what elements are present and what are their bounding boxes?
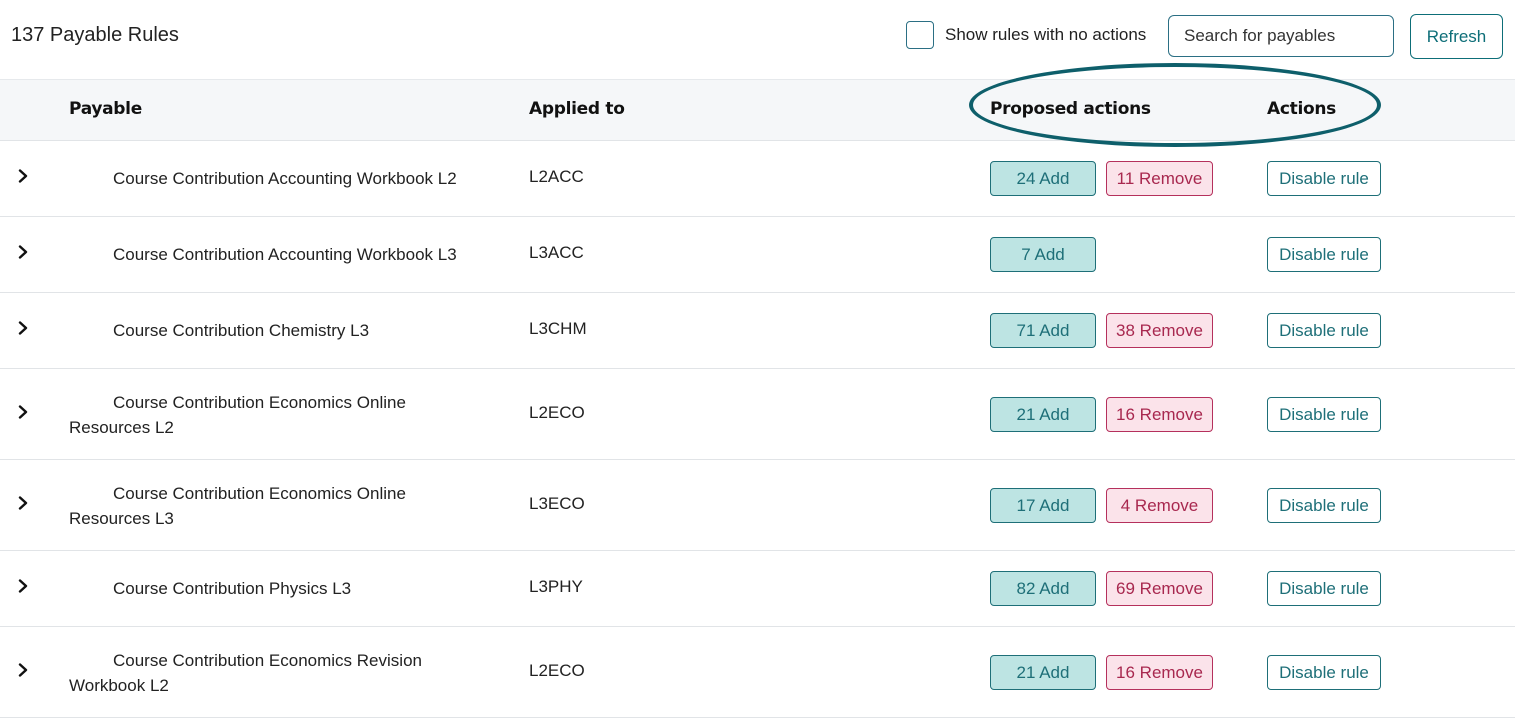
- disable-rule-button[interactable]: Disable rule: [1267, 655, 1381, 690]
- show-no-actions-checkbox[interactable]: [906, 21, 934, 49]
- disable-rule-button[interactable]: Disable rule: [1267, 161, 1381, 196]
- add-action-button[interactable]: 71 Add: [990, 313, 1096, 348]
- expand-row-chevron-icon[interactable]: [16, 579, 30, 593]
- table-row: Course Contribution Chemistry L3 L3CHM 71 …: [0, 293, 1515, 369]
- payable-name: Course Contribution Physics L3: [113, 579, 352, 598]
- disable-rule-button[interactable]: Disable rule: [1267, 397, 1381, 432]
- expand-row-chevron-icon[interactable]: [16, 245, 30, 259]
- remove-action-button[interactable]: 38 Remove: [1106, 313, 1213, 348]
- payable-name: Course Contribution Economics Revision W…: [69, 651, 422, 695]
- page-title: 137 Payable Rules: [11, 24, 179, 46]
- payable-name: Course Contribution Economics Online Res…: [69, 484, 406, 528]
- search-input[interactable]: [1168, 15, 1394, 57]
- remove-action-button[interactable]: 4 Remove: [1106, 488, 1213, 523]
- disable-rule-button[interactable]: Disable rule: [1267, 571, 1381, 606]
- column-header-payable: Payable: [69, 99, 142, 119]
- remove-action-button[interactable]: 69 Remove: [1106, 571, 1213, 606]
- add-action-button[interactable]: 7 Add: [990, 237, 1096, 272]
- add-action-button[interactable]: 21 Add: [990, 655, 1096, 690]
- show-no-actions-label: Show rules with no actions: [945, 25, 1147, 44]
- table-row: Course Contribution Accounting Workbook …: [0, 141, 1515, 217]
- refresh-button[interactable]: Refresh: [1410, 14, 1503, 59]
- toolbar: 137 Payable Rules Show rules with no act…: [0, 0, 1515, 79]
- disable-rule-button[interactable]: Disable rule: [1267, 488, 1381, 523]
- expand-row-chevron-icon[interactable]: [16, 663, 30, 677]
- expand-row-chevron-icon[interactable]: [16, 405, 30, 419]
- disable-rule-button[interactable]: Disable rule: [1267, 313, 1381, 348]
- column-header-proposed-actions: Proposed actions: [990, 99, 1151, 119]
- column-header-applied-to: Applied to: [529, 99, 625, 119]
- applied-to-code: L3PHY: [529, 577, 583, 596]
- payable-name: Course Contribution Accounting Workbook …: [113, 245, 457, 264]
- expand-row-chevron-icon[interactable]: [16, 169, 30, 183]
- payable-name: Course Contribution Economics Online Res…: [69, 393, 406, 437]
- applied-to-code: L3ACC: [529, 243, 584, 262]
- payable-name: Course Contribution Accounting Workbook …: [113, 169, 457, 188]
- expand-row-chevron-icon[interactable]: [16, 496, 30, 510]
- applied-to-code: L2ECO: [529, 403, 585, 422]
- add-action-button[interactable]: 17 Add: [990, 488, 1096, 523]
- add-action-button[interactable]: 82 Add: [990, 571, 1096, 606]
- payable-name: Course Contribution Chemistry L3: [113, 321, 370, 340]
- applied-to-code: L3ECO: [529, 494, 585, 513]
- column-header-actions: Actions: [1267, 99, 1336, 119]
- table-row: Course Contribution Economics Online Res…: [0, 369, 1515, 460]
- applied-to-code: L2ACC: [529, 167, 584, 186]
- table-header: Payable Applied to Proposed actions Acti…: [0, 79, 1515, 141]
- applied-to-code: L3CHM: [529, 319, 587, 338]
- table-row: Course Contribution Economics Online Res…: [0, 460, 1515, 551]
- remove-action-button[interactable]: 16 Remove: [1106, 397, 1213, 432]
- disable-rule-button[interactable]: Disable rule: [1267, 237, 1381, 272]
- table-row: Course Contribution Accounting Workbook …: [0, 217, 1515, 293]
- expand-row-chevron-icon[interactable]: [16, 321, 30, 335]
- remove-action-button[interactable]: 11 Remove: [1106, 161, 1213, 196]
- remove-action-button[interactable]: 16 Remove: [1106, 655, 1213, 690]
- show-no-actions-toggle[interactable]: Show rules with no actions: [906, 21, 1146, 49]
- add-action-button[interactable]: 24 Add: [990, 161, 1096, 196]
- applied-to-code: L2ECO: [529, 661, 585, 680]
- table-row: Course Contribution Economics Revision W…: [0, 627, 1515, 718]
- table-row: Course Contribution Physics L3 L3PHY 82 Ad…: [0, 551, 1515, 627]
- add-action-button[interactable]: 21 Add: [990, 397, 1096, 432]
